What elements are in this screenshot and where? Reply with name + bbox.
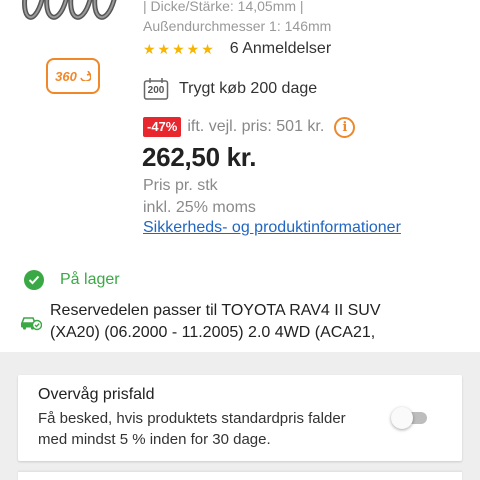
- car-check-icon: [20, 312, 43, 332]
- product-price: 262,50 kr.: [142, 142, 257, 172]
- stock-status: På lager: [24, 268, 120, 292]
- fitment-info: Reservedelen passer til TOYOTA RAV4 II S…: [20, 300, 480, 344]
- vat-note: inkl. 25% moms: [143, 199, 256, 216]
- calendar-icon: 200: [143, 77, 169, 101]
- spec-outer-diameter: Außendurchmesser 1: 146mm: [143, 18, 332, 34]
- discount-badge: -47%: [143, 117, 182, 137]
- stock-label: På lager: [60, 271, 120, 288]
- info-icon[interactable]: i: [334, 116, 356, 138]
- price-per-unit: Pris pr. stk: [143, 177, 218, 194]
- check-circle-icon: [24, 270, 44, 290]
- rotate-360-icon[interactable]: 360: [46, 58, 100, 94]
- discount-row: -47% ift. vejl. pris: 501 kr. i: [143, 116, 356, 138]
- toggle-knob: [391, 407, 413, 429]
- safe-purchase-row: 200 Trygt køb 200 dage: [143, 76, 317, 102]
- spec-thickness: | Dicke/Stärke: 14,05mm |: [143, 0, 304, 14]
- star-rating: ★★★★★: [143, 40, 216, 57]
- safety-info-link[interactable]: Sikkerheds- og produktinformationer: [143, 219, 401, 237]
- price-watch-toggle[interactable]: [391, 407, 427, 429]
- product-summary: 360 | Dicke/Stärke: 14,05mm | Außendurch…: [0, 0, 480, 250]
- spring-product-image[interactable]: [14, 0, 120, 46]
- safe-purchase-text: Trygt køb 200 dage: [179, 80, 318, 97]
- rotate-arrow-icon: [80, 71, 91, 81]
- reviews-count[interactable]: 6 Anmeldelser: [230, 40, 331, 58]
- view360-label: 360: [55, 68, 77, 84]
- rating-row[interactable]: ★★★★★ 6 Anmeldelser: [143, 38, 331, 60]
- fitment-text: Reservedelen passer til TOYOTA RAV4 II S…: [50, 302, 381, 341]
- price-watch-title: Overvåg prisfald: [38, 386, 155, 403]
- next-card: [18, 472, 462, 480]
- calendar-icon-label: 200: [147, 85, 165, 96]
- price-watch-description: Få besked, hvis produktets standardpris …: [38, 410, 346, 448]
- recommended-price: ift. vejl. pris: 501 kr.: [187, 118, 325, 135]
- price-watch-card: Overvåg prisfald Få besked, hvis produkt…: [18, 375, 462, 461]
